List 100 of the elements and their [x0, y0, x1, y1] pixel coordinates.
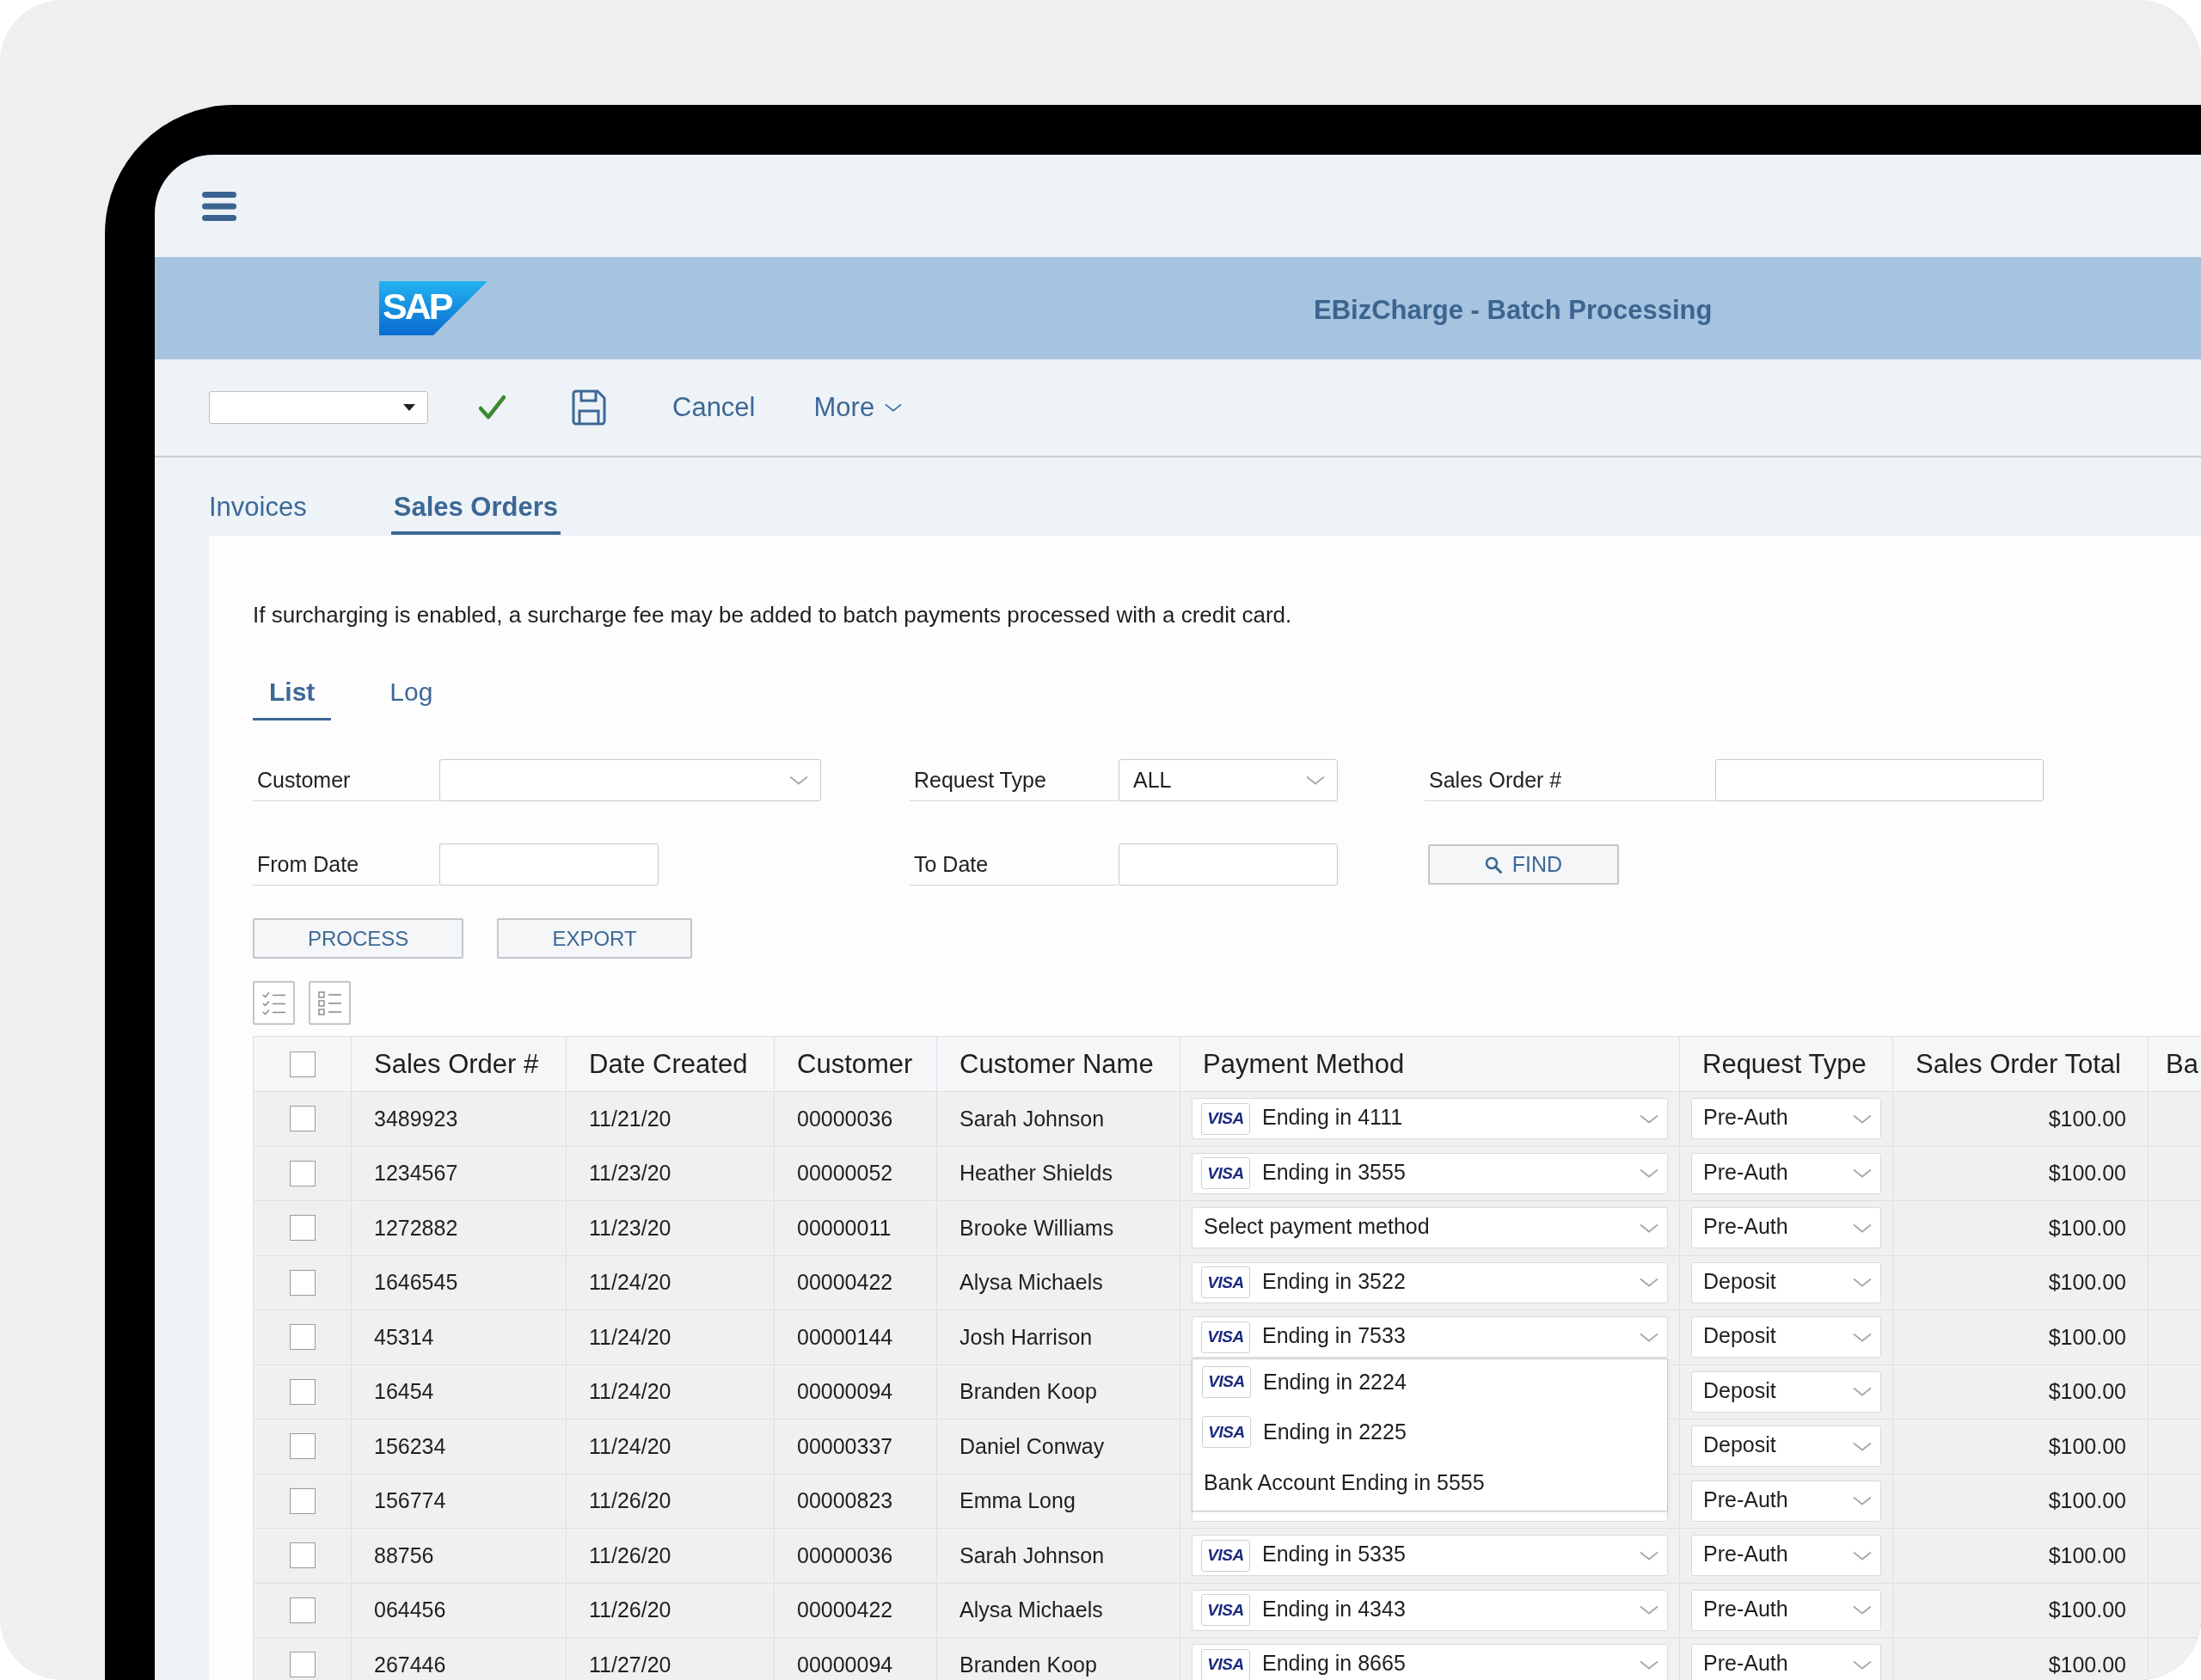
checkbox[interactable]: [289, 1652, 316, 1678]
card-logo: VISA: [1202, 1365, 1251, 1398]
payment-method-select[interactable]: VISA Ending in 3522: [1192, 1261, 1668, 1303]
table-cell: $100.00: [1893, 1255, 2149, 1309]
action-button[interactable]: PROCESS: [253, 918, 464, 959]
input-field[interactable]: [1715, 759, 2044, 801]
card-logo: VISA: [1201, 1594, 1250, 1627]
column-header[interactable]: Request Type: [1680, 1037, 1893, 1091]
request-type-select[interactable]: Pre-Auth: [1691, 1535, 1881, 1577]
table-cell: 11/23/20: [567, 1146, 775, 1200]
tab[interactable]: Log: [373, 677, 450, 720]
checkbox[interactable]: [289, 1487, 316, 1514]
table-cell: 11/27/20: [567, 1638, 775, 1680]
payment-method-select[interactable]: VISA Ending in 5335: [1192, 1535, 1668, 1577]
page-title: EBizCharge - Batch Processing: [1314, 294, 1713, 326]
checkmark-icon[interactable]: [479, 395, 506, 420]
chevron-down-icon: [1640, 1168, 1658, 1179]
table-cell: 11/26/20: [567, 1529, 775, 1583]
checkbox[interactable]: [289, 1160, 316, 1186]
column-header[interactable]: Customer: [775, 1037, 937, 1091]
more-button[interactable]: More: [813, 392, 903, 423]
column-header[interactable]: Payment Method: [1180, 1037, 1680, 1091]
table-cell: 11/26/20: [567, 1583, 775, 1637]
payment-method-select[interactable]: VISA Ending in 3555: [1192, 1152, 1668, 1194]
checkbox[interactable]: [289, 1324, 316, 1351]
list-button[interactable]: [309, 981, 351, 1025]
table-cell: 11/23/20: [567, 1201, 775, 1255]
table-cell: Daniel Conway: [937, 1419, 1180, 1474]
chevron-down-icon: [1640, 1223, 1658, 1233]
chevron-down-icon: [1853, 1332, 1872, 1342]
checkbox[interactable]: [289, 1106, 316, 1132]
chevron-down-icon: [1640, 1659, 1658, 1670]
dropdown-option[interactable]: VISA Ending in 2224: [1192, 1359, 1667, 1410]
chevron-down-icon: [789, 776, 808, 785]
chevron-down-icon: [1853, 1605, 1872, 1616]
request-type-select[interactable]: Deposit: [1691, 1316, 1881, 1358]
combo-box[interactable]: ALL: [1119, 759, 1338, 801]
table-cell: $100.00: [1893, 1201, 2149, 1255]
checkbox[interactable]: [289, 1597, 316, 1623]
chevron-down-icon: [1853, 1441, 1872, 1451]
table-cell: Sarah Johnson: [937, 1529, 1180, 1583]
request-type-select[interactable]: Deposit: [1691, 1370, 1881, 1413]
table-cell: Branden Koop: [937, 1364, 1180, 1419]
table-cell: Alysa Michaels: [937, 1583, 1180, 1637]
chevron-down-icon: [1853, 1550, 1872, 1560]
action-button[interactable]: EXPORT: [497, 918, 692, 959]
checkbox[interactable]: [289, 1215, 316, 1242]
chevron-down-icon: [1853, 1113, 1872, 1124]
table-cell: 11/24/20: [567, 1255, 775, 1309]
table-cell: 00000823: [775, 1474, 937, 1528]
table-cell: 156774: [352, 1474, 567, 1528]
cancel-button[interactable]: Cancel: [672, 392, 756, 423]
combo-box[interactable]: [439, 759, 821, 801]
table-cell: $100.00: [1893, 1310, 2149, 1364]
payment-method-select[interactable]: Select payment method: [1192, 1207, 1668, 1249]
table-cell: Heather Shields: [937, 1146, 1180, 1200]
checkbox[interactable]: [289, 1051, 316, 1077]
logo: SAP: [379, 281, 487, 335]
request-type-select[interactable]: Deposit: [1691, 1261, 1881, 1303]
tab[interactable]: Invoices: [206, 492, 310, 535]
request-type-select[interactable]: Pre-Auth: [1691, 1480, 1881, 1522]
notice-text: If surcharging is enabled, a surcharge fee may be added to batch payments processed with a credit card.: [253, 601, 1292, 628]
checkbox[interactable]: [289, 1269, 316, 1296]
column-header[interactable]: Sales Order #: [352, 1037, 567, 1091]
table-cell: 1234567: [352, 1146, 567, 1200]
column-header[interactable]: Customer Name: [937, 1037, 1180, 1091]
table-cell: Brooke Williams: [937, 1201, 1180, 1255]
table-cell: 00000422: [775, 1255, 937, 1309]
tab[interactable]: List: [253, 677, 332, 720]
request-type-select[interactable]: Pre-Auth: [1691, 1207, 1881, 1249]
request-type-select[interactable]: Deposit: [1691, 1426, 1881, 1468]
find-button[interactable]: FIND: [1428, 844, 1619, 885]
toolbar-dropdown[interactable]: [209, 391, 428, 424]
table-cell: $100.00: [1893, 1092, 2149, 1146]
chevron-down-icon: [1640, 1278, 1658, 1288]
payment-method-select[interactable]: VISA Ending in 4111: [1192, 1098, 1668, 1140]
dropdown-option[interactable]: VISA Ending in 2225: [1192, 1409, 1667, 1460]
request-type-select[interactable]: Pre-Auth: [1691, 1644, 1881, 1680]
payment-method-select[interactable]: VISA Ending in 4343: [1192, 1589, 1668, 1631]
column-header[interactable]: Date Created: [567, 1037, 775, 1091]
request-type-select[interactable]: Pre-Auth: [1691, 1098, 1881, 1140]
checkbox[interactable]: [289, 1433, 316, 1460]
payment-method-select[interactable]: VISA Ending in 7533: [1192, 1316, 1668, 1358]
dropdown-option[interactable]: Bank Account Ending in 5555: [1192, 1460, 1667, 1511]
save-icon[interactable]: [572, 389, 606, 426]
input-field[interactable]: [439, 843, 659, 886]
checklist-button[interactable]: [253, 981, 295, 1025]
checkbox[interactable]: [289, 1378, 316, 1405]
column-header[interactable]: Sales Order Total: [1893, 1037, 2149, 1091]
request-type-select[interactable]: Pre-Auth: [1691, 1152, 1881, 1194]
request-type-select[interactable]: Pre-Auth: [1691, 1589, 1881, 1631]
input-field[interactable]: [1119, 843, 1338, 886]
card-logo: VISA: [1201, 1539, 1250, 1572]
checkbox[interactable]: [289, 1542, 316, 1569]
payment-method-select[interactable]: VISA Ending in 8665: [1192, 1644, 1668, 1680]
column-header[interactable]: Ba: [2149, 1037, 2201, 1091]
table-cell: $100.00: [1893, 1146, 2149, 1200]
chevron-down-icon: [1853, 1278, 1872, 1288]
menu-icon[interactable]: [202, 190, 236, 222]
table-cell: 00000422: [775, 1583, 937, 1637]
